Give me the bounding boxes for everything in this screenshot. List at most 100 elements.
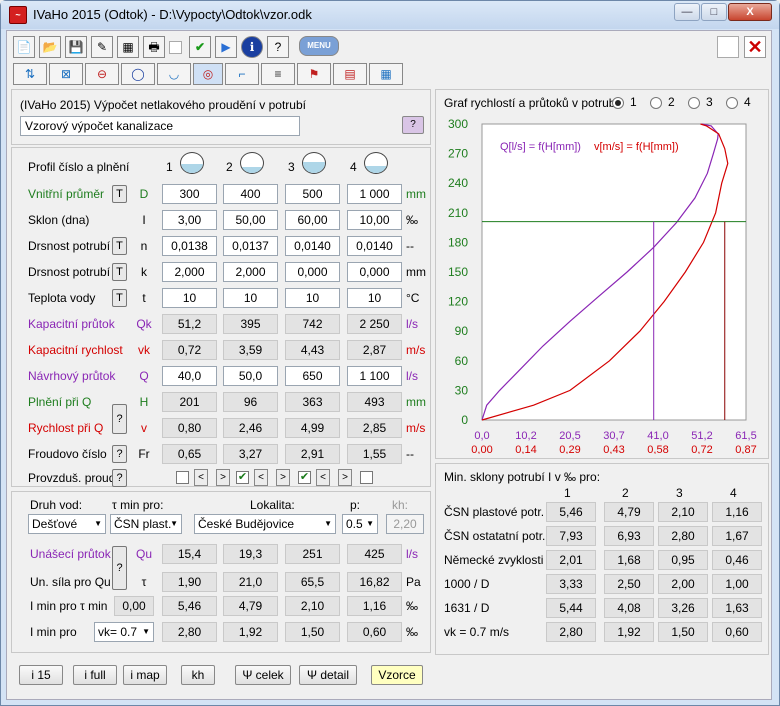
- value-input[interactable]: 50,00: [223, 210, 278, 230]
- value-input[interactable]: 0,0140: [347, 236, 402, 256]
- circle-section-icon[interactable]: ◯: [121, 63, 155, 85]
- profile-radio[interactable]: [612, 97, 624, 109]
- step-icon[interactable]: ⌐: [225, 63, 259, 85]
- profile-radio[interactable]: [650, 97, 662, 109]
- calc-name-input[interactable]: Vzorový výpočet kanalizace: [20, 116, 300, 136]
- print-icon[interactable]: 🖶: [143, 36, 165, 58]
- value-input[interactable]: 400: [223, 184, 278, 204]
- value-input[interactable]: 650: [285, 366, 340, 386]
- active-circle-icon[interactable]: ◎: [193, 63, 223, 85]
- edit-icon[interactable]: ✎: [91, 36, 113, 58]
- param-label: Sklon (dna): [28, 213, 90, 227]
- table-button[interactable]: T: [112, 185, 127, 203]
- table-button[interactable]: T: [112, 289, 127, 307]
- value-input[interactable]: 40,0: [162, 366, 217, 386]
- box-section-icon[interactable]: ⊠: [49, 63, 83, 85]
- tau-select[interactable]: ČSN plast. ▼: [110, 514, 182, 534]
- next-button[interactable]: >: [276, 469, 290, 486]
- value-input[interactable]: 0,0138: [162, 236, 217, 256]
- aeration-checkbox[interactable]: ✔: [298, 471, 311, 484]
- value-input[interactable]: 10: [162, 288, 217, 308]
- table-icon[interactable]: ▦: [117, 36, 139, 58]
- value-input[interactable]: 10: [285, 288, 340, 308]
- close-button[interactable]: X: [728, 3, 772, 21]
- value-input[interactable]: 3,00: [162, 210, 217, 230]
- vk-select[interactable]: vk= 0.7 ▼: [94, 622, 154, 642]
- profile-radio[interactable]: [726, 97, 738, 109]
- lines-icon[interactable]: ≡: [261, 63, 295, 85]
- value-input[interactable]: 1 100: [347, 366, 402, 386]
- druh-value: Dešťové: [32, 517, 78, 531]
- value-input[interactable]: 50,0: [223, 366, 278, 386]
- profile-arrows-icon[interactable]: ⇅: [13, 63, 47, 85]
- blank-button[interactable]: [717, 36, 739, 58]
- druh-select[interactable]: Dešťové ▼: [28, 514, 106, 534]
- menu-button[interactable]: MENU: [299, 36, 339, 56]
- value-input[interactable]: 0,000: [285, 262, 340, 282]
- value-input[interactable]: 500: [285, 184, 340, 204]
- action-button[interactable]: Vzorce: [371, 665, 423, 685]
- next-button[interactable]: >: [338, 469, 352, 486]
- option-checkbox[interactable]: [169, 41, 182, 54]
- check-icon[interactable]: ✔: [189, 36, 211, 58]
- pump-icon[interactable]: ⚑: [297, 63, 331, 85]
- info-icon[interactable]: ℹ: [241, 36, 263, 58]
- bars-icon[interactable]: ▤: [333, 63, 367, 85]
- value-input[interactable]: 0,0137: [223, 236, 278, 256]
- value-output: 2,91: [285, 444, 340, 464]
- value-input[interactable]: 10: [223, 288, 278, 308]
- value-input[interactable]: 2,000: [162, 262, 217, 282]
- aeration-checkbox[interactable]: [176, 471, 189, 484]
- value-output: 0,80: [162, 418, 217, 438]
- play-icon[interactable]: ▶: [215, 36, 237, 58]
- table-button[interactable]: T: [112, 263, 127, 281]
- value-input[interactable]: 60,00: [285, 210, 340, 230]
- param-symbol: Q: [139, 369, 149, 383]
- value-input[interactable]: 0,000: [347, 262, 402, 282]
- graph-label: Graf rychlostí a průtoků v potrubí: [444, 96, 619, 110]
- value-input[interactable]: 2,000: [223, 262, 278, 282]
- open-folder-icon[interactable]: 📂: [39, 36, 61, 58]
- action-button[interactable]: i 15: [19, 665, 63, 685]
- p-select[interactable]: 0.5 ▼: [342, 514, 378, 534]
- value-input[interactable]: 0,0140: [285, 236, 340, 256]
- fill-help-button[interactable]: ?: [112, 404, 127, 434]
- aeration-checkbox[interactable]: [360, 471, 373, 484]
- action-button[interactable]: Ψ celek: [235, 665, 291, 685]
- save-icon[interactable]: 💾: [65, 36, 87, 58]
- channel-section-icon[interactable]: ◡: [157, 63, 191, 85]
- action-button[interactable]: Ψ detail: [299, 665, 357, 685]
- maximize-button[interactable]: □: [701, 3, 727, 21]
- action-button[interactable]: i full: [73, 665, 117, 685]
- value-input[interactable]: 300: [162, 184, 217, 204]
- value-input[interactable]: 10,00: [347, 210, 402, 230]
- exit-icon[interactable]: ✕: [744, 36, 766, 58]
- help-button[interactable]: ?: [112, 469, 127, 487]
- unit-label: mm: [406, 265, 426, 279]
- help-button[interactable]: ?: [402, 116, 424, 134]
- value-input[interactable]: 10: [347, 288, 402, 308]
- help-button[interactable]: ?: [112, 445, 127, 463]
- minimize-button[interactable]: —: [674, 3, 700, 21]
- action-button[interactable]: kh: [181, 665, 215, 685]
- aeration-checkbox[interactable]: ✔: [236, 471, 249, 484]
- next-button[interactable]: >: [216, 469, 230, 486]
- slope-row-label: ČSN plastové potr.: [444, 505, 545, 519]
- prev-button[interactable]: <: [316, 469, 330, 486]
- prev-button[interactable]: <: [194, 469, 208, 486]
- help-icon[interactable]: ?: [267, 36, 289, 58]
- help-button[interactable]: ?: [112, 546, 127, 590]
- prev-button[interactable]: <: [254, 469, 268, 486]
- lokalita-select[interactable]: České Budějovice ▼: [194, 514, 336, 534]
- plot-area: [481, 123, 747, 421]
- action-button[interactable]: i map: [123, 665, 167, 685]
- grid-icon[interactable]: ▦: [369, 63, 403, 85]
- kh-input[interactable]: 2,20: [386, 514, 424, 534]
- egg-section-icon[interactable]: ⊖: [85, 63, 119, 85]
- new-file-icon[interactable]: 📄: [13, 36, 35, 58]
- profile-radio[interactable]: [688, 97, 700, 109]
- value-input[interactable]: 1 000: [347, 184, 402, 204]
- table-button[interactable]: T: [112, 237, 127, 255]
- slope-row-label: ČSN ostatatní potr.: [444, 529, 546, 543]
- x-tick-v-label: 0,14: [515, 444, 536, 454]
